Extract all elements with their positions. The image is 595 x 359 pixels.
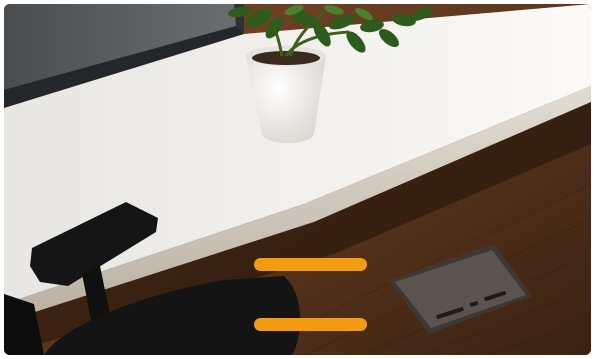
top-orange-bar-button[interactable]	[254, 258, 367, 271]
scene-frame	[4, 4, 591, 355]
desk-scene-illustration	[4, 4, 591, 355]
bottom-orange-bar-button[interactable]	[254, 318, 367, 331]
